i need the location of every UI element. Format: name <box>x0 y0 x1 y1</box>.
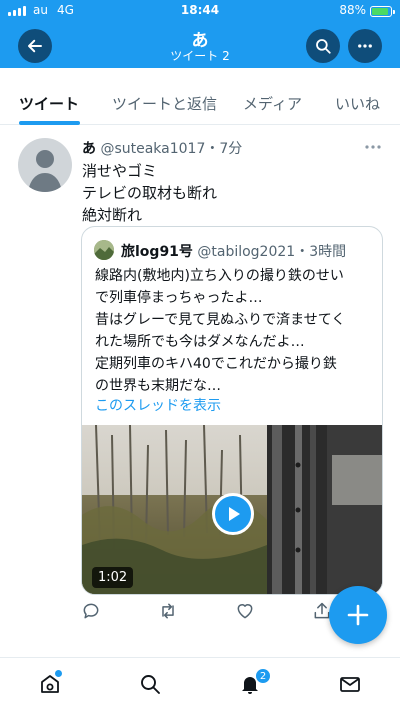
home-unread-dot <box>55 670 62 677</box>
tab-media[interactable]: メディア <box>243 93 302 114</box>
avatar[interactable] <box>18 138 72 192</box>
plus-icon <box>347 604 369 626</box>
reply-icon <box>83 603 99 619</box>
quoted-author-name: 旅log91号 <box>121 244 193 260</box>
tweet-time: ・7分 <box>205 141 243 157</box>
tweet-text: 消せやゴミ テレビの取材も断れ 絶対断れ <box>82 160 217 226</box>
active-tab-indicator <box>19 121 80 125</box>
quoted-tweet[interactable]: 旅log91号 @tabilog2021・3時間 線路内(敷地内)立ち入りの撮り… <box>81 226 383 595</box>
quoted-text: 線路内(敷地内)立ち入りの撮り鉄のせい で列車停まっちゃったよ… 昔はグレーで見… <box>95 265 345 397</box>
tab-likes[interactable]: いいね <box>335 93 380 114</box>
video-duration: 1:02 <box>92 567 134 588</box>
status-bar: au 4G 18:44 88% <box>0 0 400 22</box>
tweet-line: テレビの取材も断れ <box>82 184 218 202</box>
more-icon <box>358 44 372 48</box>
tweet-menu-button[interactable] <box>364 138 382 154</box>
reply-button[interactable] <box>80 600 102 622</box>
more-horizontal-icon <box>365 145 381 149</box>
tweet-count: ツイート 2 <box>170 49 230 63</box>
mail-icon <box>340 677 360 692</box>
compose-tweet-button[interactable] <box>329 586 387 644</box>
battery-icon <box>370 6 395 17</box>
tab-tweets-replies[interactable]: ツイートと返信 <box>112 93 217 114</box>
retweet-button[interactable] <box>157 600 179 622</box>
video-thumbnail[interactable]: 1:02 <box>82 425 382 594</box>
quoted-avatar <box>94 240 114 260</box>
retweet-icon <box>162 603 174 619</box>
battery-percent: 88% <box>339 3 366 17</box>
tab-tweets[interactable]: ツイート <box>19 93 79 114</box>
profile-tabs: ツイート ツイートと返信 メディア いいね <box>0 68 400 125</box>
notification-badge: 2 <box>255 668 271 684</box>
tweet-line: 絶対断れ <box>82 206 143 224</box>
search-icon <box>316 39 331 54</box>
search-button[interactable] <box>306 29 340 63</box>
quoted-line: 線路内(敷地内)立ち入りの撮り鉄のせい <box>95 268 344 284</box>
show-thread-link[interactable]: このスレッドを表示 <box>95 395 221 415</box>
tweet-header: あ @suteaka1017・7分 <box>82 138 242 158</box>
quoted-line: れた場所でも今はダメなんだよ… <box>95 334 305 350</box>
more-button[interactable] <box>348 29 382 63</box>
top-bar: au 4G 18:44 88% あ ツイート 2 <box>0 0 400 68</box>
tweet-line: 消せやゴミ <box>82 162 158 180</box>
quoted-line: の世界も末期だな… <box>95 378 221 394</box>
quoted-line: 昔はグレーで見て見ぬふりで済ませてく <box>95 312 346 328</box>
tweet-author-name[interactable]: あ <box>82 141 96 157</box>
like-icon <box>237 604 253 619</box>
tweet-author-handle[interactable]: @suteaka1017 <box>100 141 205 157</box>
search-icon <box>141 675 160 694</box>
quoted-line: 定期列車のキハ40でこれだから撮り鉄 <box>95 356 337 372</box>
play-icon <box>229 507 240 521</box>
quoted-time: ・3時間 <box>295 244 347 260</box>
quoted-line: で列車停まっちゃったよ… <box>95 290 263 306</box>
like-button[interactable] <box>234 600 256 622</box>
quoted-header: 旅log91号 @tabilog2021・3時間 <box>121 241 346 261</box>
default-avatar-icon <box>28 150 62 192</box>
quoted-author-handle: @tabilog2021 <box>197 244 296 260</box>
nav-search[interactable] <box>137 671 163 697</box>
nav-messages[interactable] <box>337 671 363 697</box>
play-button[interactable] <box>212 493 254 535</box>
bottom-nav: 2 <box>0 657 400 711</box>
